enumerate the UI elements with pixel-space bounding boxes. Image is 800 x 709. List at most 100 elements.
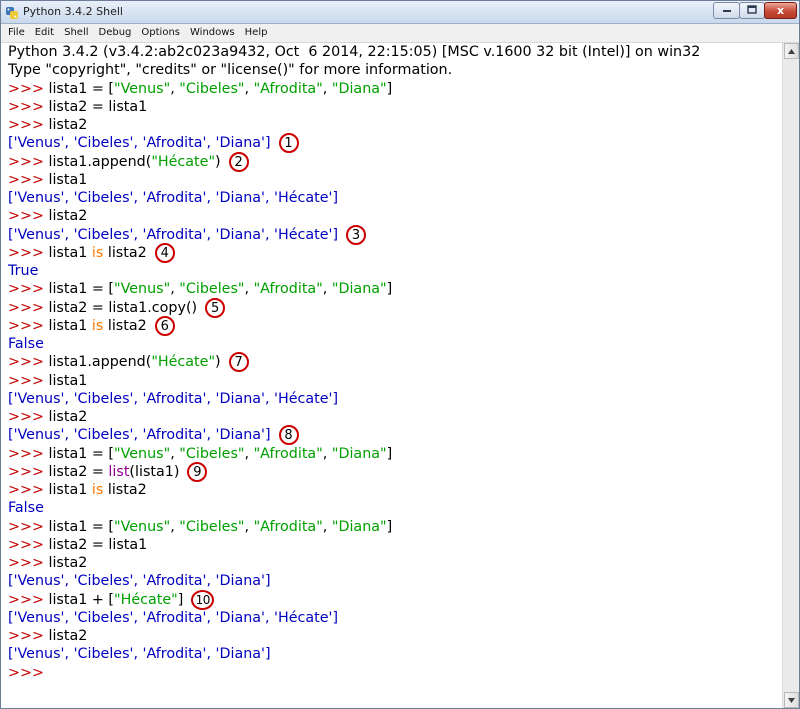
shell-prompt: >>> bbox=[8, 299, 49, 316]
menu-options[interactable]: Options bbox=[136, 24, 185, 42]
code-text: ] bbox=[386, 80, 393, 97]
code-text: ] bbox=[386, 445, 393, 462]
input-line[interactable]: >>> lista2 bbox=[8, 554, 87, 572]
code-text: lista1 bbox=[48, 482, 92, 498]
input-line[interactable]: >>> lista1 = ["Venus", "Cibeles", "Afrod… bbox=[8, 80, 392, 98]
input-line[interactable]: >>> lista1 is lista2 bbox=[8, 244, 147, 262]
output-line: ['Venus', 'Cibeles', 'Afrodita', 'Diana'… bbox=[8, 609, 338, 627]
maximize-button[interactable] bbox=[739, 2, 765, 19]
output-text: ['Venus', 'Cibeles', 'Afrodita', 'Diana'… bbox=[8, 226, 339, 243]
input-line[interactable]: >>> bbox=[8, 664, 48, 682]
output-text: ['Venus', 'Cibeles', 'Afrodita', 'Diana'… bbox=[8, 646, 271, 663]
input-line[interactable]: >>> lista1 is lista2 bbox=[8, 317, 147, 335]
string-literal: "Diana" bbox=[331, 80, 387, 97]
input-line[interactable]: >>> lista1 bbox=[8, 171, 87, 189]
maximize-icon bbox=[747, 4, 757, 17]
input-line[interactable]: >>> lista1 + ["Hécate"] bbox=[8, 591, 183, 609]
keyword: is bbox=[91, 482, 104, 498]
shell-prompt: >>> bbox=[8, 518, 49, 535]
title-bar[interactable]: Python 3.4.2 Shell x bbox=[1, 1, 799, 24]
input-line[interactable]: >>> lista2 = lista1.copy() bbox=[8, 299, 197, 317]
string-literal: "Hécate" bbox=[151, 153, 216, 170]
input-line[interactable]: >>> lista2 bbox=[8, 207, 87, 225]
menu-shell[interactable]: Shell bbox=[59, 24, 93, 42]
code-text: lista2 bbox=[48, 117, 88, 133]
annotation-badge: 6 bbox=[154, 316, 175, 336]
scroll-up-arrow-icon[interactable] bbox=[784, 43, 799, 59]
code-text: ) bbox=[215, 354, 221, 371]
annotation-badge: 5 bbox=[205, 298, 226, 318]
code-text: lista1.append( bbox=[48, 354, 152, 371]
input-line[interactable]: >>> lista1.append("Hécate") bbox=[8, 153, 221, 171]
string-literal: "Afrodita" bbox=[253, 445, 323, 462]
vertical-scrollbar[interactable] bbox=[782, 43, 799, 708]
output-line: True bbox=[8, 262, 38, 280]
shell-prompt: >>> bbox=[8, 409, 49, 425]
input-line[interactable]: >>> lista2 = lista1 bbox=[8, 536, 147, 554]
string-literal: "Venus" bbox=[114, 518, 171, 535]
code-text: , bbox=[244, 518, 254, 535]
close-icon: x bbox=[776, 4, 785, 17]
menu-file[interactable]: File bbox=[1, 24, 30, 42]
menu-help[interactable]: Help bbox=[240, 24, 273, 42]
input-line[interactable]: >>> lista2 = lista1 bbox=[8, 98, 147, 116]
menu-debug[interactable]: Debug bbox=[94, 24, 137, 42]
shell-prompt: >>> bbox=[8, 482, 49, 498]
builtin-name: list bbox=[108, 463, 130, 480]
shell-prompt: >>> bbox=[8, 628, 49, 644]
code-text: , bbox=[170, 445, 180, 462]
annotation-badge: 8 bbox=[278, 425, 299, 445]
keyword: is bbox=[91, 244, 104, 261]
code-text: ] bbox=[177, 591, 184, 608]
output-text: ['Venus', 'Cibeles', 'Afrodita', 'Diana'… bbox=[8, 190, 339, 206]
output-line: ['Venus', 'Cibeles', 'Afrodita', 'Diana'… bbox=[8, 426, 271, 444]
code-text: lista2 bbox=[103, 317, 147, 334]
string-literal: "Diana" bbox=[331, 518, 387, 535]
menu-edit[interactable]: Edit bbox=[30, 24, 59, 42]
code-text: , bbox=[322, 80, 332, 97]
shell-prompt: >>> bbox=[8, 536, 49, 553]
string-literal: "Cibeles" bbox=[179, 445, 245, 462]
output-line: ['Venus', 'Cibeles', 'Afrodita', 'Diana'… bbox=[8, 134, 271, 152]
string-literal: "Diana" bbox=[331, 445, 387, 462]
code-text: lista1 = [ bbox=[48, 80, 114, 97]
output-text: ['Venus', 'Cibeles', 'Afrodita', 'Diana'… bbox=[8, 390, 339, 407]
python-idle-icon[interactable] bbox=[5, 5, 19, 19]
close-button[interactable]: x bbox=[764, 2, 797, 19]
shell-prompt: >>> bbox=[8, 244, 49, 261]
input-line[interactable]: >>> lista2 bbox=[8, 116, 87, 134]
input-line[interactable]: >>> lista1 = ["Venus", "Cibeles", "Afrod… bbox=[8, 280, 392, 298]
input-line[interactable]: >>> lista2 bbox=[8, 627, 87, 645]
code-text: , bbox=[322, 518, 332, 535]
output-text: ['Venus', 'Cibeles', 'Afrodita', 'Diana'… bbox=[8, 573, 271, 590]
output-text: False bbox=[8, 336, 44, 352]
code-text: lista1 bbox=[48, 171, 88, 188]
output-text: ['Venus', 'Cibeles', 'Afrodita', 'Diana'… bbox=[8, 135, 271, 152]
input-line[interactable]: >>> lista1 bbox=[8, 372, 87, 390]
string-literal: "Afrodita" bbox=[253, 281, 323, 298]
input-line[interactable]: >>> lista1 is lista2 bbox=[8, 481, 147, 499]
string-literal: "Venus" bbox=[114, 281, 171, 298]
minimize-button[interactable] bbox=[713, 2, 740, 19]
output-line: ['Venus', 'Cibeles', 'Afrodita', 'Diana'… bbox=[8, 645, 271, 663]
shell-output-area[interactable]: Python 3.4.2 (v3.4.2:ab2c023a9432, Oct 6… bbox=[1, 43, 782, 708]
annotation-badge: 9 bbox=[187, 462, 208, 482]
input-line[interactable]: >>> lista2 = list(lista1) bbox=[8, 463, 179, 481]
output-text: True bbox=[8, 263, 39, 279]
annotation-badge: 1 bbox=[278, 133, 299, 153]
input-line[interactable]: >>> lista1 = ["Venus", "Cibeles", "Afrod… bbox=[8, 445, 392, 463]
menu-windows[interactable]: Windows bbox=[185, 24, 240, 42]
input-line[interactable]: >>> lista1.append("Hécate") bbox=[8, 353, 221, 371]
output-line: False bbox=[8, 499, 44, 517]
shell-prompt: >>> bbox=[8, 445, 49, 462]
shell-prompt: >>> bbox=[8, 372, 49, 389]
input-line[interactable]: >>> lista1 = ["Venus", "Cibeles", "Afrod… bbox=[8, 518, 392, 536]
shell-prompt: >>> bbox=[8, 591, 49, 608]
string-literal: "Hécate" bbox=[114, 591, 178, 608]
code-text: , bbox=[244, 445, 254, 462]
input-line[interactable]: >>> lista2 bbox=[8, 408, 87, 426]
menu-bar: File Edit Shell Debug Options Windows Help bbox=[1, 24, 799, 43]
code-text: lista1 bbox=[48, 317, 92, 334]
keyword: is bbox=[91, 317, 104, 334]
scroll-down-arrow-icon[interactable] bbox=[784, 692, 799, 708]
